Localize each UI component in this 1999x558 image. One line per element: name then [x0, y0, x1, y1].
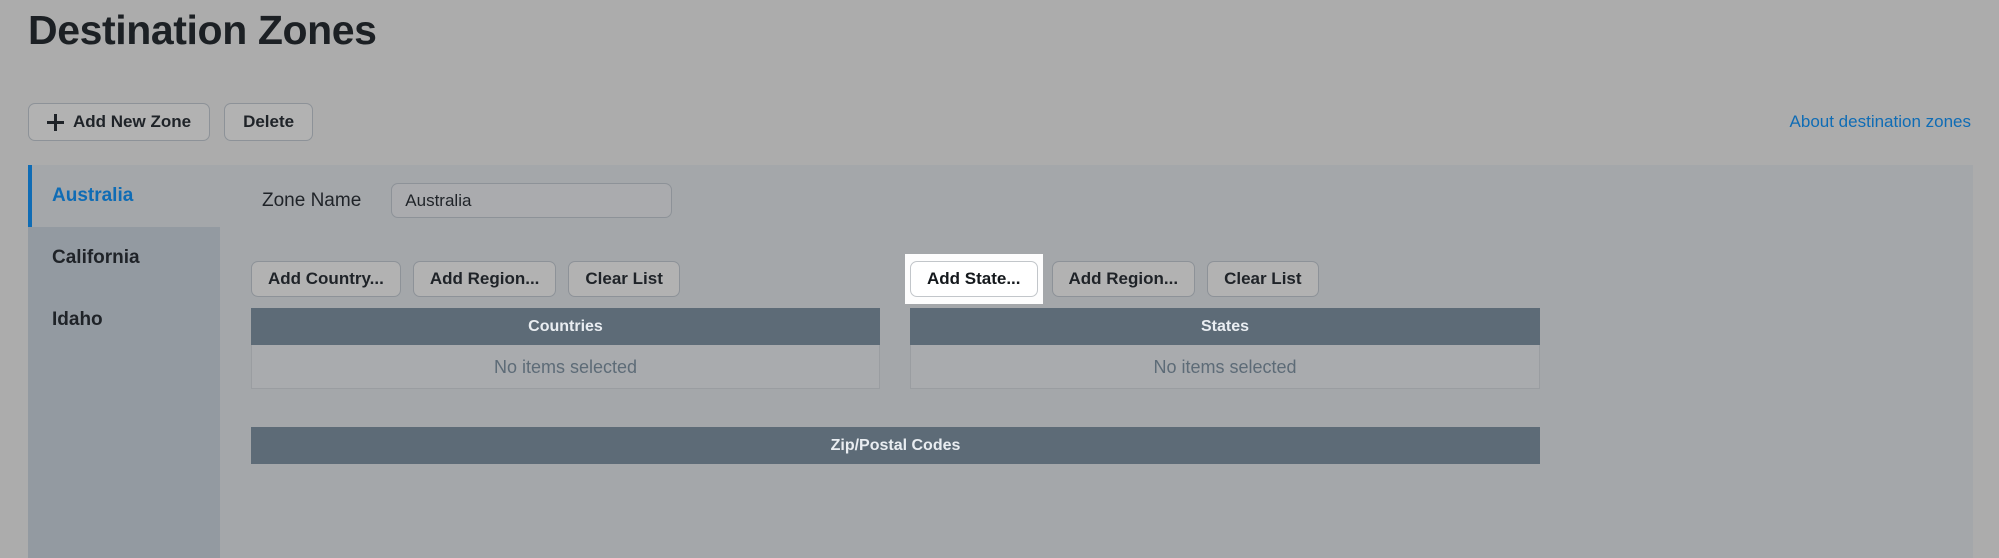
- sidebar-item-label: Australia: [52, 185, 134, 206]
- zone-name-label: Zone Name: [262, 189, 362, 211]
- add-new-zone-label: Add New Zone: [73, 112, 192, 131]
- toolbar: Add New Zone Delete: [28, 103, 314, 141]
- zone-name-input[interactable]: [391, 183, 673, 218]
- states-table-header: States: [910, 308, 1540, 345]
- about-destination-zones-link[interactable]: About destination zones: [1790, 112, 1971, 132]
- countries-button-row: Add Country... Add Region... Clear List: [251, 257, 880, 301]
- delete-label: Delete: [243, 112, 295, 131]
- clear-countries-list-button[interactable]: Clear List: [568, 261, 680, 297]
- zone-list-sidebar: Australia California Idaho: [28, 165, 220, 558]
- countries-table: Countries No items selected: [251, 308, 880, 389]
- zone-name-field-row: Zone Name: [262, 183, 673, 218]
- plus-icon: [47, 113, 64, 131]
- zip-postal-codes-header: Zip/Postal Codes: [251, 427, 1540, 464]
- page-title: Destination Zones: [28, 7, 377, 53]
- states-button-row: Add State... Add Region... Clear List: [905, 254, 1540, 304]
- sidebar-item-label: Idaho: [52, 309, 103, 330]
- destination-zones-panel: Australia California Idaho Zone Name Add…: [28, 165, 1973, 558]
- countries-column: Add Country... Add Region... Clear List …: [251, 257, 880, 389]
- states-column: Add State... Add Region... Clear List St…: [905, 254, 1540, 389]
- sidebar-item-label: California: [52, 247, 140, 268]
- add-state-button-highlight: Add State...: [905, 254, 1043, 304]
- zip-postal-codes-section: Zip/Postal Codes: [251, 427, 1540, 464]
- states-table-empty-message: No items selected: [910, 345, 1540, 389]
- clear-states-list-button[interactable]: Clear List: [1207, 261, 1319, 297]
- add-new-zone-button[interactable]: Add New Zone: [28, 103, 211, 141]
- sidebar-item-idaho[interactable]: Idaho: [28, 289, 220, 351]
- sidebar-item-california[interactable]: California: [28, 227, 220, 289]
- countries-table-empty-message: No items selected: [251, 345, 880, 389]
- add-state-button[interactable]: Add State...: [910, 261, 1038, 297]
- add-country-region-button[interactable]: Add Region...: [412, 261, 557, 297]
- states-table: States No items selected: [910, 308, 1540, 389]
- countries-table-header: Countries: [251, 308, 880, 345]
- add-country-button[interactable]: Add Country...: [251, 261, 401, 297]
- delete-button[interactable]: Delete: [224, 103, 314, 141]
- zone-form-area: Zone Name Add Country... Add Region... C…: [220, 165, 1973, 558]
- sidebar-item-australia[interactable]: Australia: [28, 165, 220, 227]
- add-state-region-button[interactable]: Add Region...: [1051, 261, 1196, 297]
